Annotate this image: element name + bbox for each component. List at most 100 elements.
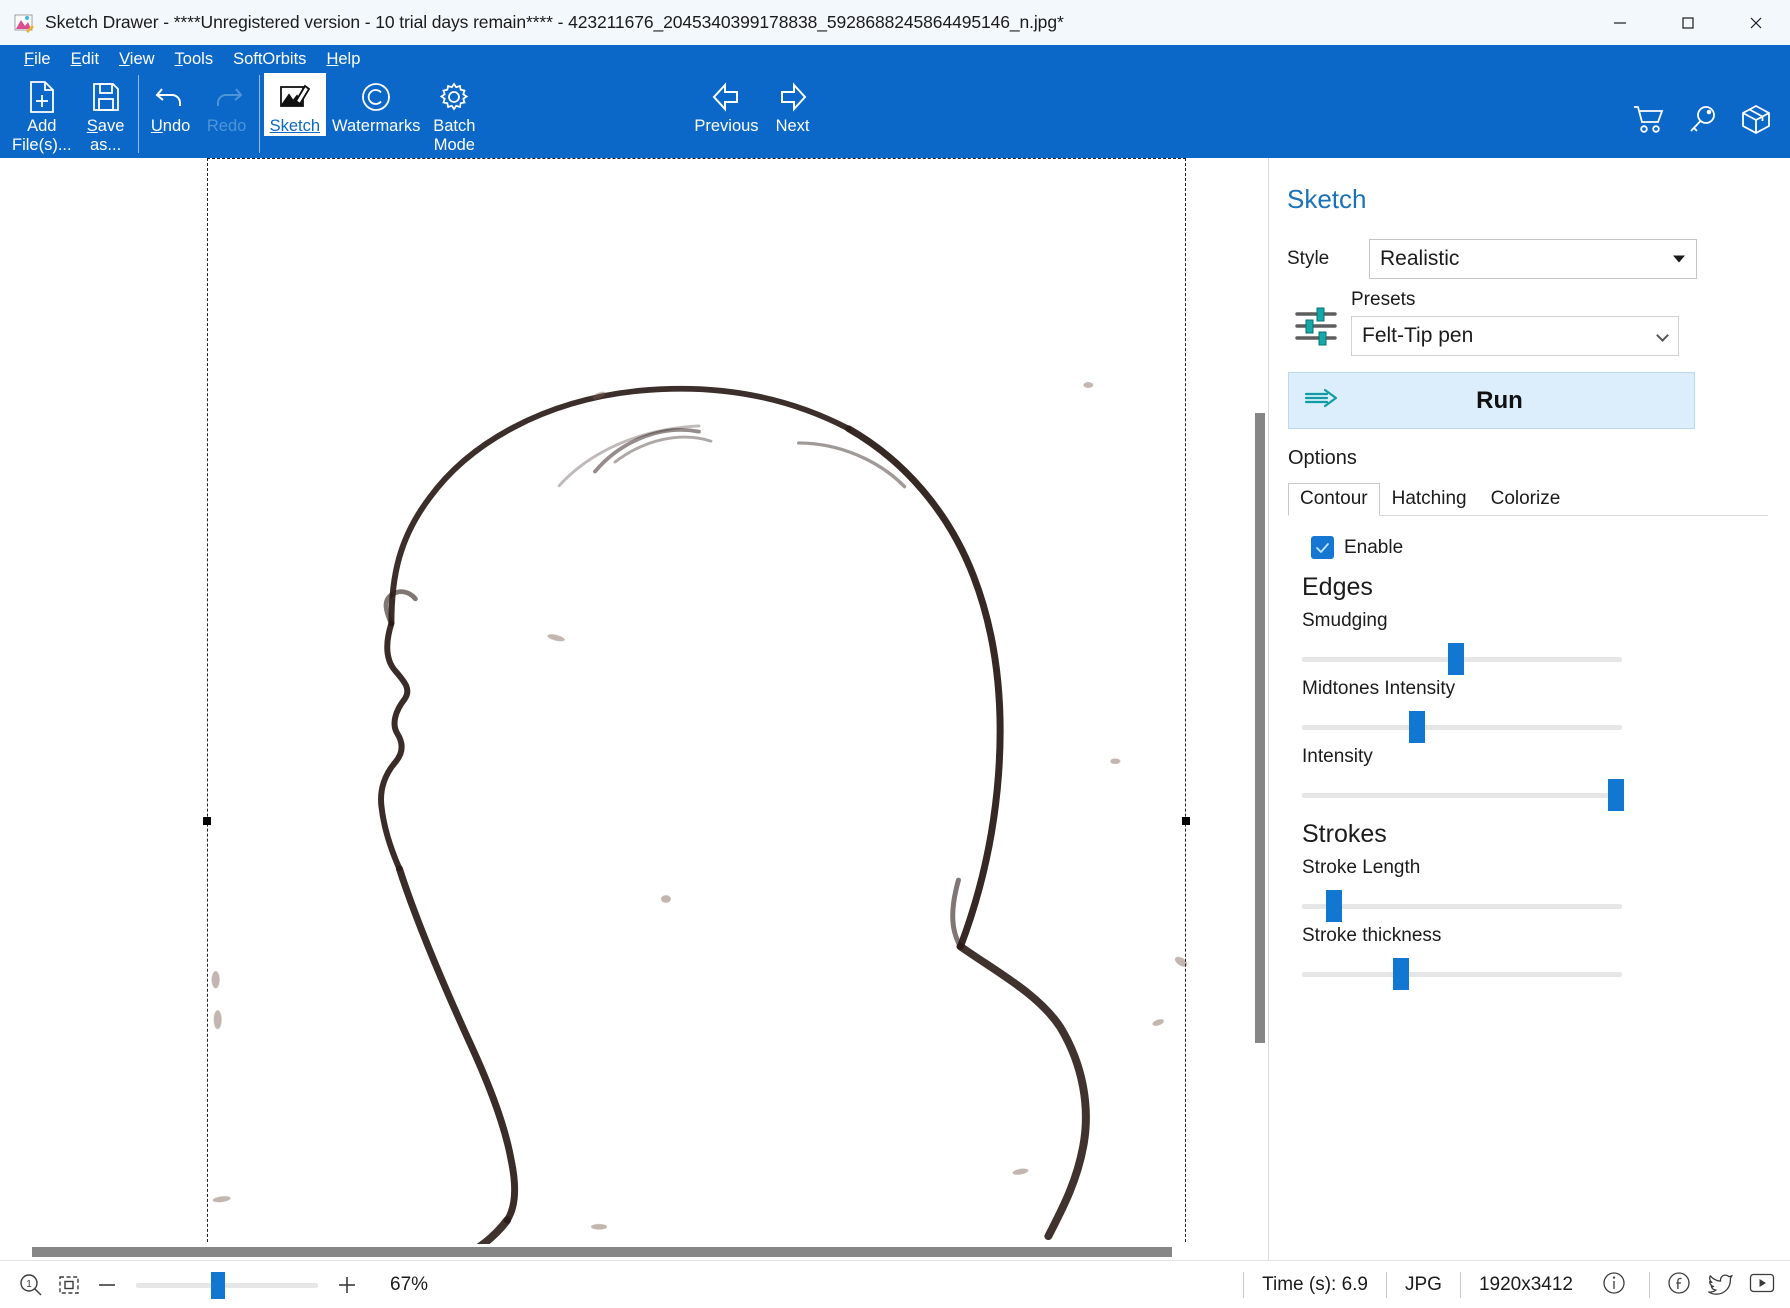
slider-track bbox=[1302, 904, 1622, 909]
window-title: Sketch Drawer - ****Unregistered version… bbox=[45, 12, 1064, 32]
stroke-thickness-label: Stroke thickness bbox=[1302, 925, 1442, 946]
stroke-length-slider[interactable] bbox=[1302, 890, 1622, 922]
strokes-heading: Strokes bbox=[1302, 820, 1387, 848]
sketch-button[interactable]: Sketch bbox=[263, 73, 327, 136]
svg-text:1: 1 bbox=[26, 1279, 32, 1290]
close-button[interactable] bbox=[1722, 0, 1790, 45]
stroke-length-slider-thumb[interactable] bbox=[1326, 890, 1342, 922]
intensity-slider-thumb[interactable] bbox=[1607, 779, 1624, 811]
style-row: Style Realistic bbox=[1287, 239, 1790, 279]
canvas-horizontal-scrollbar[interactable] bbox=[0, 1244, 1252, 1260]
tab-contour[interactable]: Contour bbox=[1288, 483, 1380, 516]
intensity-label: Intensity bbox=[1302, 746, 1373, 767]
title-bar: Sketch Drawer - ****Unregistered version… bbox=[0, 0, 1790, 45]
run-arrow-icon bbox=[1303, 387, 1341, 414]
canvas-vertical-scrollbar[interactable] bbox=[1252, 158, 1268, 1260]
window-controls bbox=[1586, 0, 1790, 45]
menu-file[interactable]: File bbox=[14, 48, 61, 71]
redo-label: Redo bbox=[206, 117, 247, 135]
save-as-label: Save as... bbox=[86, 117, 125, 154]
menu-edit[interactable]: Edit bbox=[61, 48, 109, 71]
tab-hatching[interactable]: Hatching bbox=[1380, 483, 1479, 515]
midtones-intensity-slider-thumb[interactable] bbox=[1409, 711, 1426, 743]
box-icon[interactable] bbox=[1740, 103, 1772, 140]
selection-handle-left[interactable] bbox=[203, 817, 211, 825]
canvas-viewport[interactable] bbox=[0, 158, 1268, 1260]
maximize-button[interactable] bbox=[1654, 0, 1722, 45]
sketch-icon bbox=[279, 77, 311, 117]
presets-dropdown[interactable]: Felt-Tip pen bbox=[1351, 316, 1679, 356]
youtube-icon[interactable] bbox=[1748, 1271, 1776, 1300]
tab-colorize[interactable]: Colorize bbox=[1479, 483, 1573, 515]
style-value: Realistic bbox=[1380, 247, 1460, 270]
menu-tools[interactable]: Tools bbox=[165, 48, 224, 71]
cart-icon[interactable] bbox=[1632, 104, 1666, 139]
slider-track bbox=[1302, 793, 1622, 798]
redo-button[interactable]: Redo bbox=[199, 73, 255, 136]
gear-icon bbox=[438, 77, 470, 117]
options-label: Options bbox=[1288, 447, 1357, 469]
stroke-thickness-slider-thumb[interactable] bbox=[1393, 958, 1410, 990]
zoom-out-button[interactable] bbox=[88, 1266, 126, 1304]
sketch-drawer-app-icon bbox=[14, 13, 34, 33]
ribbon: File Edit View Tools SoftOrbits Help Add… bbox=[0, 45, 1790, 158]
copyright-icon bbox=[360, 77, 392, 117]
undo-icon bbox=[154, 77, 188, 117]
previous-button[interactable]: Previous bbox=[688, 73, 764, 136]
minimize-button[interactable] bbox=[1586, 0, 1654, 45]
fit-to-screen-icon[interactable] bbox=[50, 1266, 88, 1304]
twitter-icon[interactable] bbox=[1706, 1270, 1734, 1301]
previous-label: Previous bbox=[694, 117, 759, 135]
chevron-down-icon bbox=[1673, 255, 1685, 263]
panel-title: Sketch bbox=[1287, 184, 1367, 214]
presets-label: Presets bbox=[1351, 289, 1416, 310]
menu-help[interactable]: Help bbox=[316, 48, 370, 71]
enable-checkbox[interactable] bbox=[1311, 536, 1334, 559]
menu-view[interactable]: View bbox=[109, 48, 164, 71]
save-as-button[interactable]: Save as... bbox=[78, 73, 134, 155]
midtones-intensity-slider[interactable] bbox=[1302, 711, 1622, 743]
canvas-vertical-scroll-thumb[interactable] bbox=[1255, 413, 1265, 1043]
watermarks-label: Watermarks bbox=[332, 117, 421, 135]
toolbar-separator-1 bbox=[137, 75, 139, 153]
enable-row[interactable]: Enable bbox=[1311, 536, 1790, 559]
enable-label: Enable bbox=[1344, 536, 1404, 558]
smudging-label: Smudging bbox=[1302, 610, 1388, 631]
selection-handle-right[interactable] bbox=[1182, 817, 1190, 825]
edges-heading: Edges bbox=[1302, 573, 1373, 601]
main-body: Sketch Style Realistic Presets Felt-Tip … bbox=[0, 158, 1790, 1260]
facebook-icon[interactable] bbox=[1666, 1270, 1692, 1301]
toolbar: Add File(s)... Save as... Undo Redo Sket… bbox=[0, 73, 1790, 158]
next-button[interactable]: Next bbox=[765, 73, 821, 136]
watermarks-button[interactable]: Watermarks bbox=[326, 73, 426, 136]
zoom-in-button[interactable] bbox=[328, 1266, 366, 1304]
stroke-thickness-slider[interactable] bbox=[1302, 958, 1622, 990]
sketch-label: Sketch bbox=[269, 117, 321, 135]
slider-track bbox=[1302, 725, 1622, 730]
zoom-slider[interactable] bbox=[136, 1271, 318, 1299]
redo-icon bbox=[210, 77, 244, 117]
options-tabs: Contour Hatching Colorize bbox=[1288, 483, 1768, 516]
ribbon-right-icons bbox=[1632, 103, 1772, 140]
smudging-slider[interactable] bbox=[1302, 643, 1622, 675]
application-window: Sketch Drawer - ****Unregistered version… bbox=[0, 0, 1790, 1308]
intensity-slider[interactable] bbox=[1302, 779, 1624, 811]
canvas-horizontal-scroll-thumb[interactable] bbox=[32, 1247, 1172, 1257]
run-button[interactable]: Run bbox=[1288, 372, 1695, 429]
style-dropdown[interactable]: Realistic bbox=[1369, 239, 1697, 279]
image-canvas[interactable] bbox=[0, 158, 1269, 1260]
status-right-group: Time (s): 6.9 JPG 1920x3412 bbox=[1243, 1261, 1776, 1308]
image-paper bbox=[25, 158, 1215, 1246]
zoom-slider-track bbox=[136, 1282, 318, 1288]
batch-mode-button[interactable]: Batch Mode bbox=[426, 73, 482, 155]
add-file-icon bbox=[27, 77, 57, 117]
smudging-slider-thumb[interactable] bbox=[1447, 643, 1464, 675]
key-icon[interactable] bbox=[1688, 104, 1718, 139]
info-icon[interactable] bbox=[1601, 1270, 1627, 1301]
zoom-slider-thumb[interactable] bbox=[210, 1271, 225, 1299]
add-files-button[interactable]: Add File(s)... bbox=[6, 73, 78, 155]
zoom-100-icon[interactable]: 1 bbox=[12, 1266, 50, 1304]
presets-column: Presets Felt-Tip pen bbox=[1351, 289, 1679, 356]
undo-button[interactable]: Undo bbox=[143, 73, 199, 136]
menu-softorbits[interactable]: SoftOrbits bbox=[223, 48, 316, 71]
